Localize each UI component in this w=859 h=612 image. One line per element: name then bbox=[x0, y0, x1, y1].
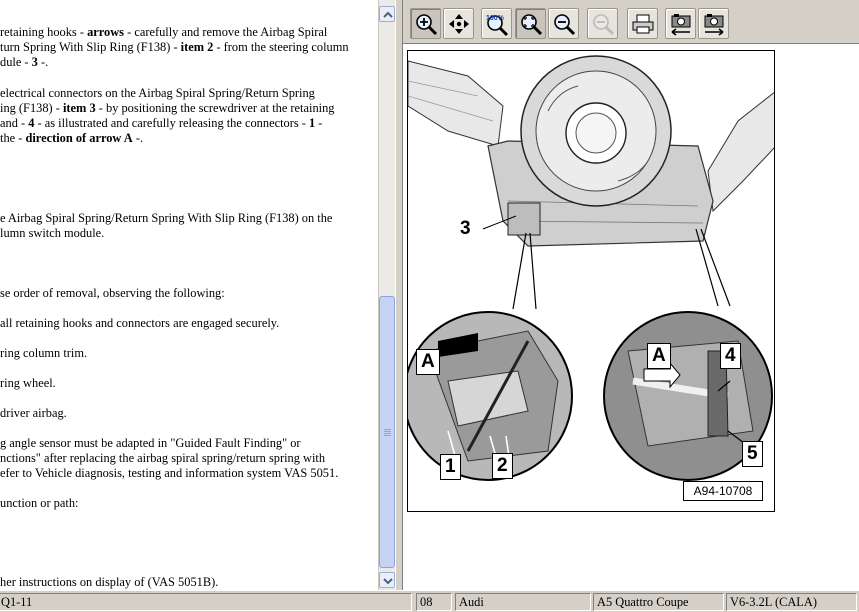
pane-splitter[interactable] bbox=[395, 0, 403, 590]
zoom-gray-icon bbox=[593, 14, 615, 36]
vertical-scrollbar[interactable] bbox=[378, 0, 395, 590]
pan-button[interactable] bbox=[443, 8, 474, 39]
status-bar: Q1-11 08 Audi A5 Quattro Coupe V6-3.2L (… bbox=[0, 590, 859, 612]
scroll-up-button[interactable] bbox=[379, 6, 395, 22]
zoom-out-icon bbox=[554, 14, 576, 36]
chevron-up-icon bbox=[383, 11, 393, 18]
zoom-fit-button[interactable] bbox=[515, 8, 546, 39]
text-line: lumn switch module. bbox=[0, 226, 105, 240]
callout-5: 5 bbox=[742, 441, 763, 467]
zoom-fit-icon bbox=[521, 14, 543, 36]
move-arrows-icon bbox=[449, 14, 469, 34]
chevron-down-icon bbox=[383, 578, 393, 585]
text-line: turn Spring With Slip Ring (F138) - item… bbox=[0, 40, 349, 54]
status-make: Audi bbox=[455, 593, 591, 611]
text-line: retaining hooks - arrows - carefully and… bbox=[0, 25, 328, 39]
status-model: A5 Quattro Coupe bbox=[593, 593, 724, 611]
steering-column-drawing bbox=[408, 55, 774, 481]
image-viewer-pane: 100% 3 A 1 2 A 4 5 A94-10708 bbox=[403, 0, 859, 590]
status-engine: V6-3.2L (CALA) bbox=[726, 593, 857, 611]
text-line: all retaining hooks and connectors are e… bbox=[0, 316, 280, 330]
text-line: the - direction of arrow A -. bbox=[0, 131, 144, 145]
text-line: ing (F138) - item 3 - by positioning the… bbox=[0, 101, 335, 115]
image-toolbar: 100% bbox=[403, 0, 859, 44]
zoom-100-icon: 100% bbox=[486, 15, 509, 36]
callout-a-right: A bbox=[647, 343, 671, 369]
zoom-100-button[interactable]: 100% bbox=[481, 8, 512, 39]
callout-4: 4 bbox=[720, 343, 741, 369]
grip-icon bbox=[384, 429, 391, 437]
print-button[interactable] bbox=[627, 8, 658, 39]
callout-a-left: A bbox=[416, 349, 440, 375]
zoom-in-button[interactable] bbox=[410, 8, 441, 39]
zoom-in-icon bbox=[416, 14, 438, 36]
camera-right-icon bbox=[704, 14, 724, 36]
callout-1: 1 bbox=[440, 454, 461, 480]
svg-text:100%: 100% bbox=[486, 15, 505, 22]
text-line: electrical connectors on the Airbag Spir… bbox=[0, 86, 315, 100]
text-line: e Airbag Spiral Spring/Return Spring Wit… bbox=[0, 211, 333, 225]
printer-icon bbox=[632, 14, 654, 34]
text-line: g angle sensor must be adapted in "Guide… bbox=[0, 436, 301, 450]
text-line: her instructions on display of (VAS 5051… bbox=[0, 575, 219, 589]
text-line: nctions" after replacing the airbag spir… bbox=[0, 451, 326, 465]
text-line: ring column trim. bbox=[0, 346, 88, 360]
text-line: dule - 3 -. bbox=[0, 55, 49, 69]
figure-reference-label: A94-10708 bbox=[683, 481, 763, 501]
next-image-button[interactable] bbox=[698, 8, 729, 39]
text-line: ring wheel. bbox=[0, 376, 56, 390]
status-page: 08 bbox=[416, 593, 452, 611]
text-line: efer to Vehicle diagnosis, testing and i… bbox=[0, 466, 339, 480]
text-line: and - 4 - as illustrated and carefully r… bbox=[0, 116, 323, 130]
technical-illustration: 3 A 1 2 A 4 5 A94-10708 bbox=[407, 50, 775, 512]
scroll-thumb[interactable] bbox=[379, 296, 395, 568]
instruction-text-pane[interactable]: retaining hooks - arrows - carefully and… bbox=[0, 0, 378, 590]
zoom-disabled-button[interactable] bbox=[587, 8, 618, 39]
text-line: driver airbag. bbox=[0, 406, 67, 420]
text-line: unction or path: bbox=[0, 496, 79, 510]
status-section: Q1-11 bbox=[0, 593, 412, 611]
camera-left-icon bbox=[671, 14, 691, 36]
callout-3: 3 bbox=[460, 218, 471, 239]
previous-image-button[interactable] bbox=[665, 8, 696, 39]
zoom-out-button[interactable] bbox=[548, 8, 579, 39]
callout-2: 2 bbox=[492, 453, 513, 479]
scroll-down-button[interactable] bbox=[379, 572, 395, 588]
text-line: se order of removal, observing the follo… bbox=[0, 286, 225, 300]
